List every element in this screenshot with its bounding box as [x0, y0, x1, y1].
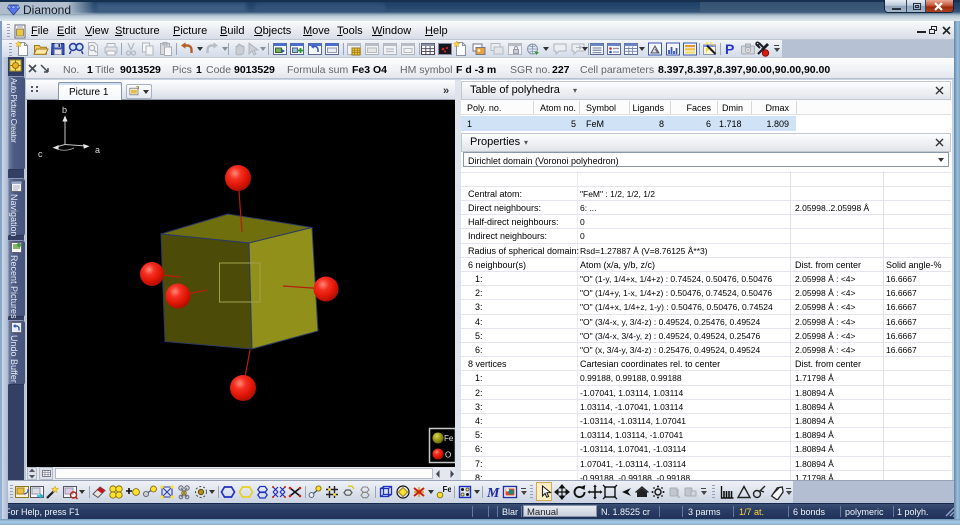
svg-text:M: M [486, 486, 500, 500]
svg-text:Fe: Fe [444, 434, 454, 443]
svg-text:b: b [62, 105, 67, 115]
svg-text:P: P [725, 41, 734, 57]
svg-text:Fe: Fe [443, 485, 452, 494]
svg-text:c: c [38, 149, 43, 159]
svg-text:a: a [95, 145, 100, 155]
svg-text:O: O [445, 451, 451, 460]
